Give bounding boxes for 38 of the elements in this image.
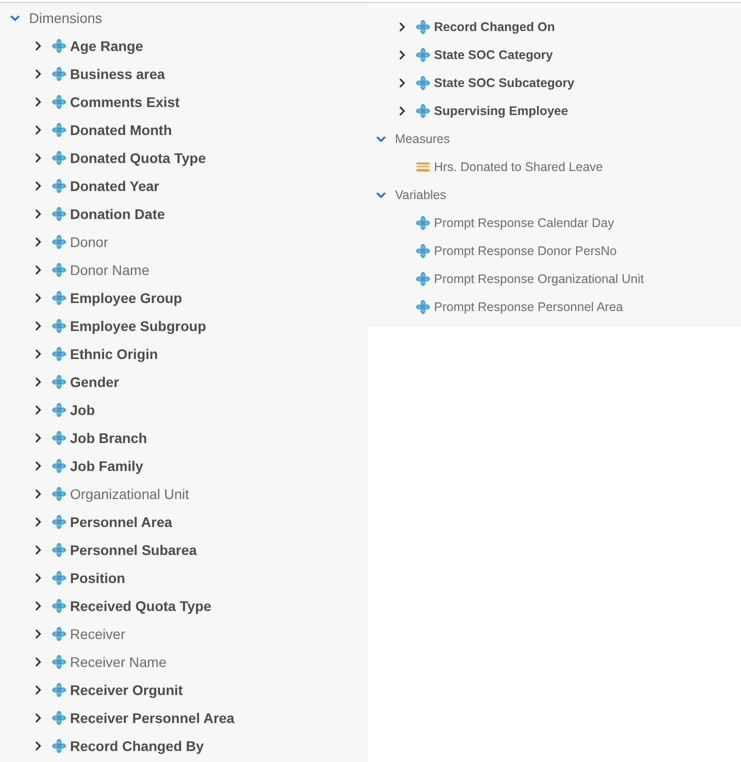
- field-name[interactable]: Employee Subgroup: [70, 318, 206, 334]
- field-name[interactable]: Received Quota Type: [70, 598, 212, 614]
- field-name[interactable]: Record Changed By: [70, 738, 204, 754]
- field-name[interactable]: Record Changed On: [434, 20, 555, 34]
- field-name[interactable]: Organizational Unit: [70, 486, 190, 502]
- field-name[interactable]: Receiver Orgunit: [70, 682, 183, 698]
- field-name[interactable]: Comments Exist: [70, 94, 180, 110]
- field-name[interactable]: Personnel Subarea: [70, 542, 197, 558]
- section-label[interactable]: Dimensions: [29, 10, 102, 26]
- field-name[interactable]: Donation Date: [70, 206, 165, 222]
- field-name[interactable]: Donated Quota Type: [70, 150, 206, 166]
- field-name[interactable]: Business area: [70, 66, 165, 82]
- field-name[interactable]: State SOC Subcategory: [434, 76, 574, 90]
- section-label[interactable]: Measures: [395, 132, 450, 146]
- field-name[interactable]: Supervising Employee: [434, 104, 568, 118]
- field-name[interactable]: Job Branch: [70, 430, 148, 446]
- field-name[interactable]: Personnel Area: [70, 514, 172, 530]
- field-name[interactable]: Receiver Name: [70, 654, 166, 670]
- field-name[interactable]: Prompt Response Organizational Unit: [434, 272, 644, 286]
- field-name[interactable]: Donor Name: [70, 262, 150, 278]
- field-name[interactable]: Employee Group: [70, 290, 182, 306]
- field-name[interactable]: Ethnic Origin: [70, 346, 158, 362]
- field-name[interactable]: State SOC Category: [434, 48, 553, 62]
- field-name[interactable]: Position: [70, 570, 126, 586]
- field-name[interactable]: Prompt Response Donor PersNo: [434, 244, 617, 258]
- field-name[interactable]: Donor: [70, 234, 108, 250]
- field-name[interactable]: Job Family: [70, 458, 144, 474]
- field-name[interactable]: Gender: [70, 374, 120, 390]
- field-name[interactable]: Age Range: [70, 38, 144, 54]
- field-name[interactable]: Receiver: [70, 626, 126, 642]
- field-name[interactable]: Hrs. Donated to Shared Leave: [434, 160, 603, 174]
- field-name[interactable]: Donated Year: [70, 178, 160, 194]
- field-name[interactable]: Donated Month: [70, 122, 172, 138]
- field-name[interactable]: Receiver Personnel Area: [70, 710, 234, 726]
- field-name[interactable]: Prompt Response Calendar Day: [434, 216, 614, 230]
- section-label[interactable]: Variables: [395, 188, 446, 202]
- field-name[interactable]: Job: [70, 402, 95, 418]
- field-name[interactable]: Prompt Response Personnel Area: [434, 300, 623, 314]
